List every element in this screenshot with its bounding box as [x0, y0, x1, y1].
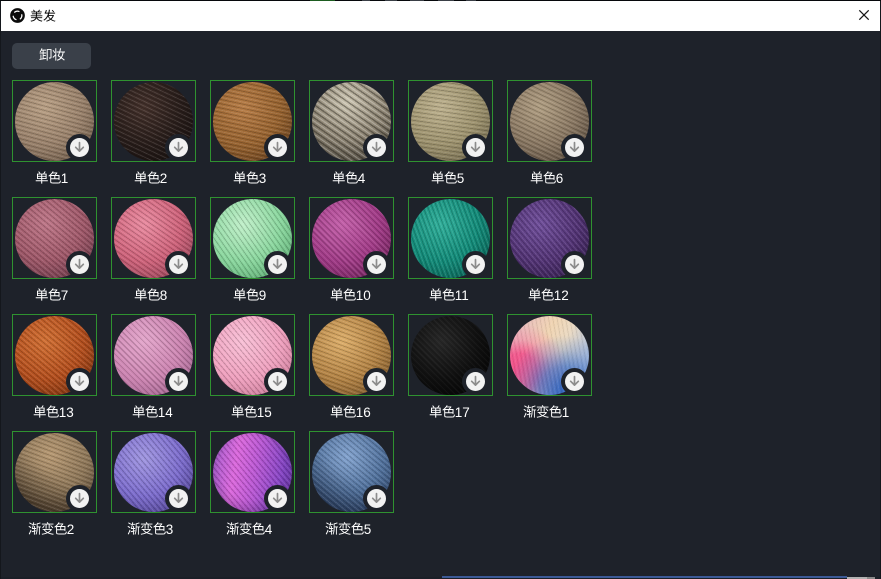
svg-text:1: 1: [562, 405, 570, 420]
svg-text:11: 11: [454, 288, 468, 303]
svg-text:14: 14: [157, 405, 173, 420]
svg-text:15: 15: [256, 405, 271, 420]
svg-text:16: 16: [355, 405, 370, 420]
svg-text:1: 1: [60, 171, 68, 186]
svg-text:9: 9: [258, 288, 266, 303]
svg-text:13: 13: [58, 405, 73, 420]
svg-text:12: 12: [553, 288, 568, 303]
svg-text:8: 8: [159, 288, 167, 303]
svg-text:5: 5: [364, 522, 372, 537]
svg-text:10: 10: [355, 288, 370, 303]
svg-text:6: 6: [555, 171, 563, 186]
svg-text:7: 7: [60, 288, 68, 303]
svg-text:5: 5: [456, 171, 464, 186]
svg-text:2: 2: [159, 171, 167, 186]
svg-text:17: 17: [454, 405, 469, 420]
svg-text:3: 3: [258, 171, 266, 186]
svg-text:4: 4: [357, 171, 365, 186]
svg-text:3: 3: [166, 522, 174, 537]
svg-text:4: 4: [265, 522, 273, 537]
svg-text:2: 2: [67, 522, 75, 537]
